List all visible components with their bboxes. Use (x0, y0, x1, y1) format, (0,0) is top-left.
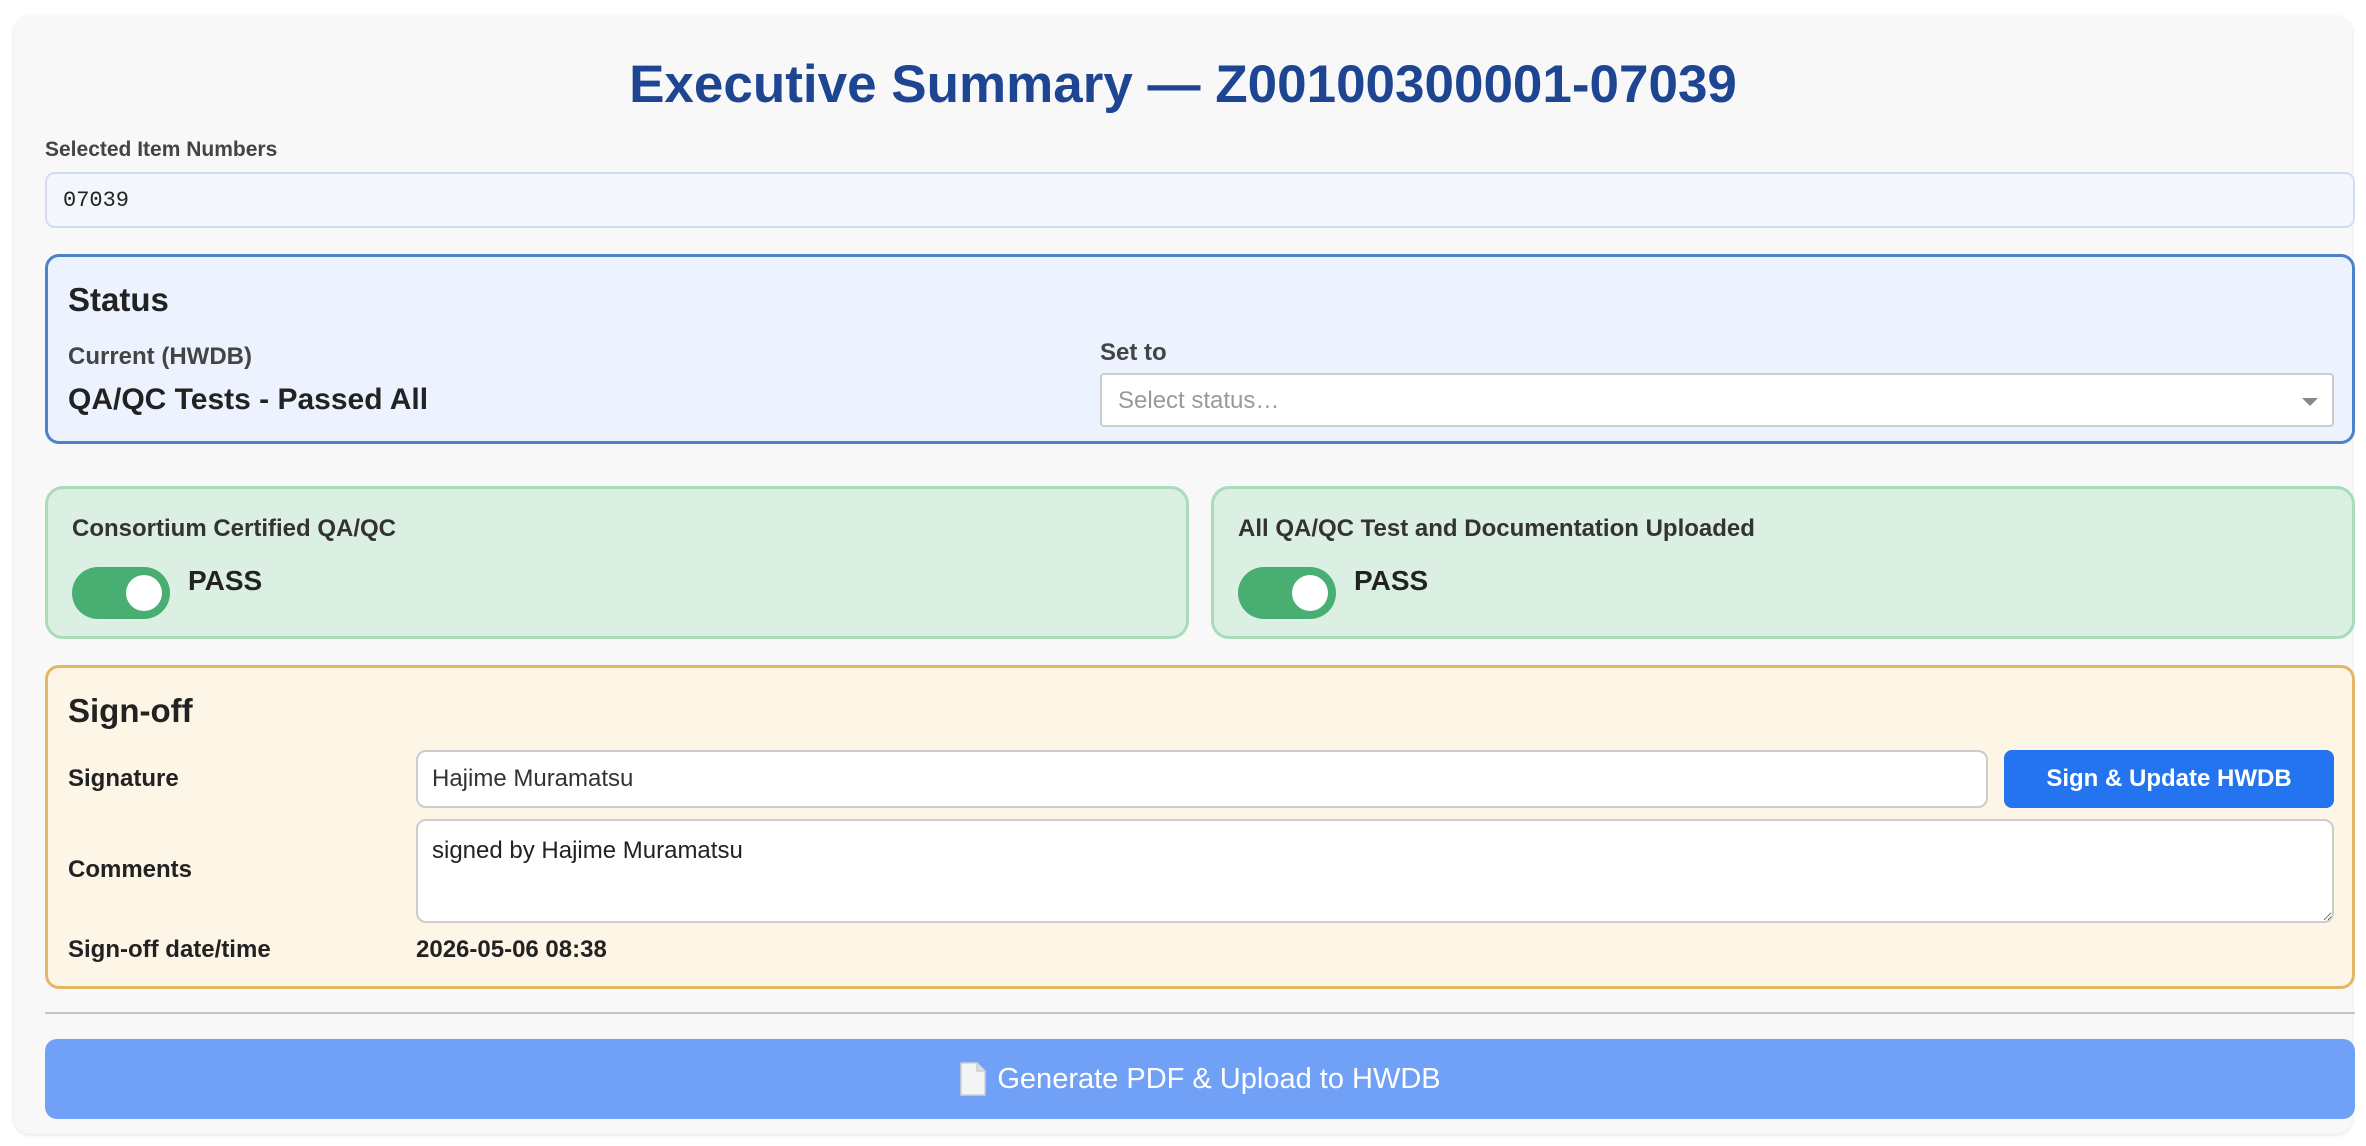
consortium-certified-toggle[interactable] (72, 567, 170, 619)
sign-update-hwdb-button[interactable]: Sign & Update HWDB (2004, 750, 2334, 808)
comments-label: Comments (68, 856, 193, 883)
toggle-knob (1292, 575, 1328, 611)
consortium-certified-card: Consortium Certified QA/QC PASS (45, 486, 1189, 639)
signature-label: Signature (68, 765, 179, 792)
documentation-uploaded-state: PASS (1354, 565, 1429, 596)
consortium-certified-label: Consortium Certified QA/QC (72, 515, 397, 542)
documentation-uploaded-card: All QA/QC Test and Documentation Uploade… (1211, 486, 2355, 639)
toggle-knob (126, 575, 162, 611)
page-title: Executive Summary — Z00100300001-07039 (629, 55, 1737, 114)
selected-items-input[interactable] (45, 172, 2355, 228)
chevron-down-icon (2302, 398, 2318, 406)
current-status-label: Current (HWDB) (68, 343, 252, 370)
current-status-value: QA/QC Tests - Passed All (68, 383, 429, 416)
status-select-placeholder: Select status… (1118, 387, 1280, 414)
status-select[interactable]: Select status… (1100, 373, 2334, 427)
divider (45, 1012, 2355, 1014)
signoff-datetime-label: Sign-off date/time (68, 936, 271, 963)
document-icon (959, 1062, 987, 1096)
generate-pdf-upload-button[interactable]: Generate PDF & Upload to HWDB (45, 1039, 2355, 1119)
set-to-label: Set to (1100, 339, 1167, 366)
generate-pdf-upload-label: Generate PDF & Upload to HWDB (997, 1062, 1441, 1095)
documentation-uploaded-label: All QA/QC Test and Documentation Uploade… (1238, 515, 1755, 542)
selected-items-label: Selected Item Numbers (45, 138, 278, 161)
executive-summary-panel: Executive Summary — Z00100300001-07039 S… (14, 16, 2355, 1134)
status-heading: Status (68, 281, 169, 318)
signoff-heading: Sign-off (68, 692, 193, 729)
signature-input[interactable] (416, 750, 1988, 808)
status-section: Status Current (HWDB) QA/QC Tests - Pass… (45, 254, 2355, 444)
comments-textarea[interactable]: signed by Hajime Muramatsu (416, 819, 2334, 923)
signoff-section: Sign-off Signature Sign & Update HWDB Co… (45, 665, 2355, 989)
signoff-datetime-value: 2026-05-06 08:38 (416, 936, 607, 963)
consortium-certified-state: PASS (188, 565, 263, 596)
documentation-uploaded-toggle[interactable] (1238, 567, 1336, 619)
